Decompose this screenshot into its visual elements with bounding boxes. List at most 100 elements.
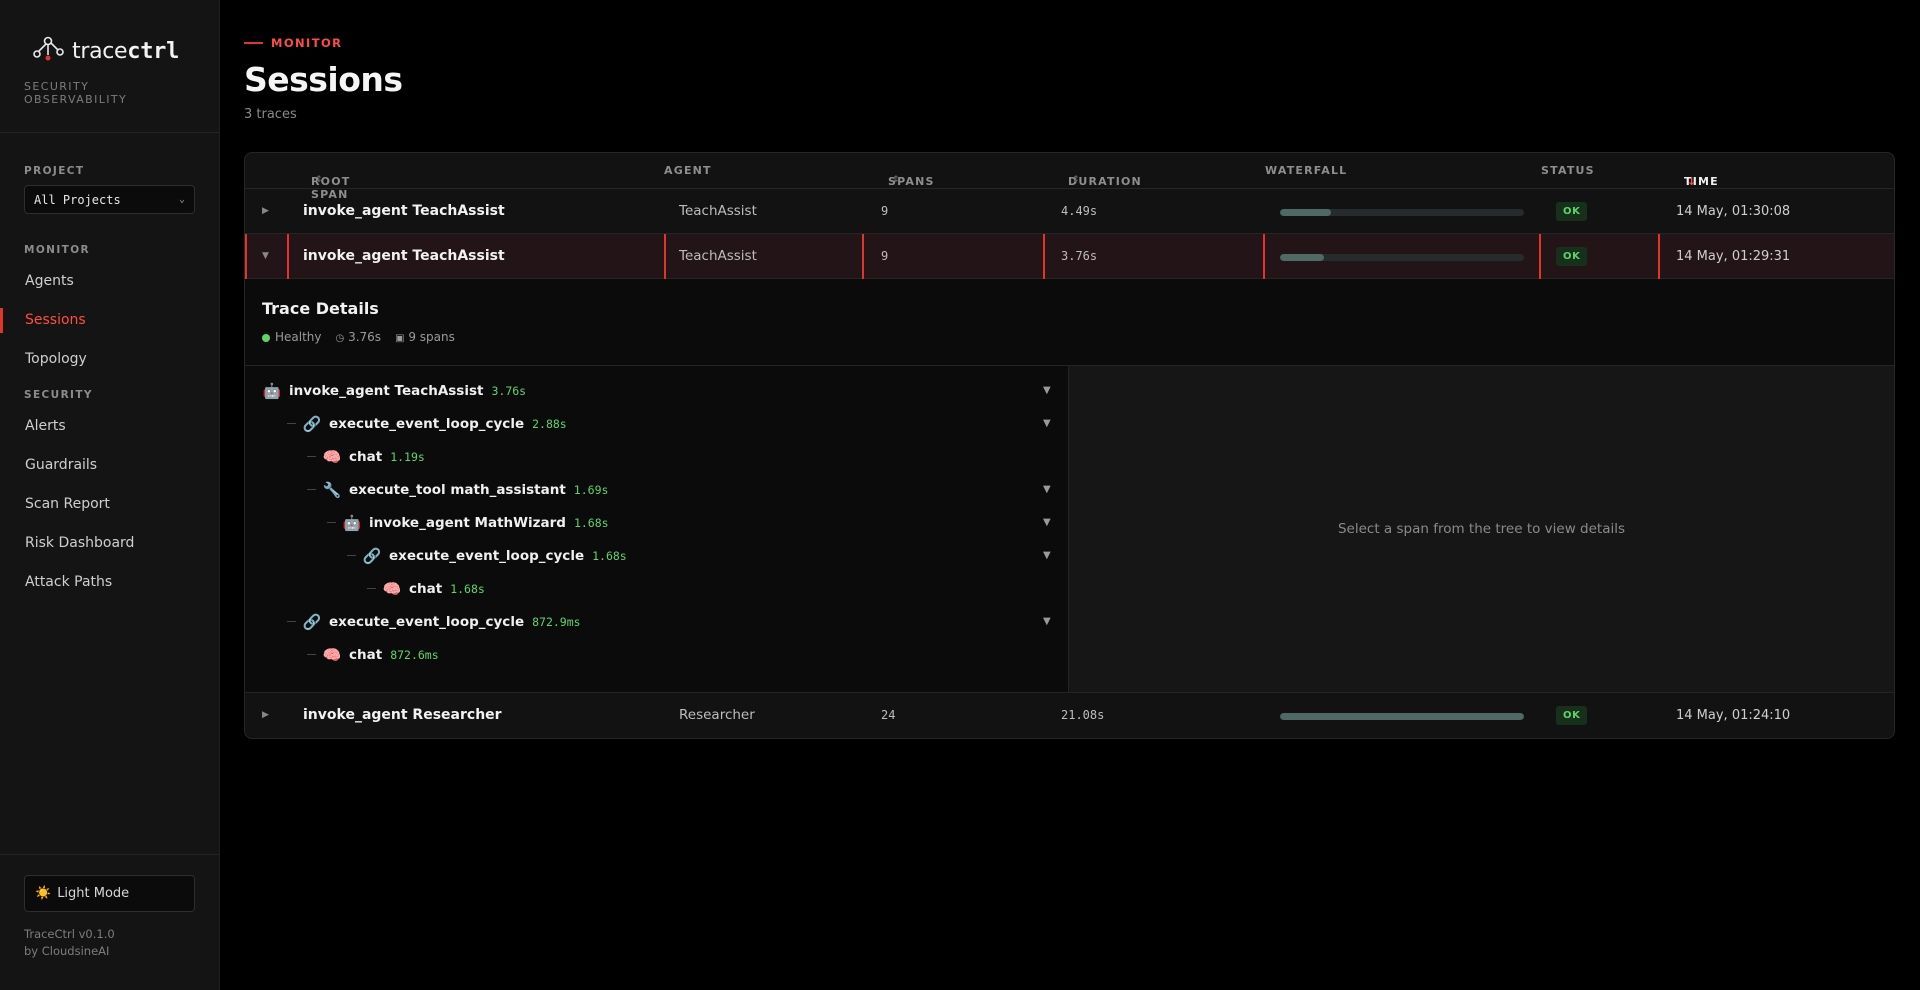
span-square-icon: ▣ [395, 333, 405, 344]
project-select-value: All Projects [34, 192, 121, 207]
expand-triangle-icon[interactable]: ▶ [262, 189, 269, 234]
sidebar-item-scan-report[interactable]: Scan Report [0, 485, 219, 524]
chevron-down-icon: ⌄ [178, 194, 185, 205]
chevron-down-icon[interactable]: ▼ [1043, 484, 1051, 495]
sidebar-item-risk-dashboard[interactable]: Risk Dashboard [0, 524, 219, 563]
tree-node[interactable]: 🔗 execute_event_loop_cycle 2.88s ▼ [245, 407, 1068, 440]
sidebar-item-topology[interactable]: Topology [0, 340, 219, 379]
tree-node[interactable]: 🧠 chat 1.19s [245, 440, 1068, 473]
sort-icon: ↕ [892, 175, 901, 185]
main-content: MONITOR Sessions 3 traces ROOT SPAN ↕ AGE… [220, 0, 1920, 990]
link-icon: 🔗 [362, 546, 382, 565]
brain-icon: 🧠 [322, 645, 342, 664]
column-divider [1539, 234, 1541, 279]
brain-icon: 🧠 [322, 447, 342, 466]
tree-node[interactable]: 🔧 execute_tool math_assistant 1.69s ▼ [245, 473, 1068, 506]
tree-node-duration: 1.68s [592, 548, 627, 563]
page-title: Sessions [244, 60, 403, 99]
tree-node-duration: 1.68s [450, 581, 485, 596]
robot-icon: 🤖 [262, 381, 282, 400]
column-divider [1263, 234, 1265, 279]
logo-text-ctrl: ctrl [127, 38, 180, 64]
sidebar-item-alerts[interactable]: Alerts [0, 407, 219, 446]
light-mode-label: Light Mode [57, 886, 130, 901]
nav-monitor: MONITOR Agents Sessions Topology [0, 244, 219, 379]
row-time: 14 May, 01:30:08 [1676, 204, 1791, 219]
row-duration: 21.08s [1061, 708, 1105, 722]
tree-node-duration: 872.9ms [532, 614, 581, 629]
sidebar-item-guardrails[interactable]: Guardrails [0, 446, 219, 485]
row-agent: Researcher [679, 707, 755, 723]
sidebar-item-attack-paths[interactable]: Attack Paths [0, 563, 219, 602]
light-mode-button[interactable]: ☀️ Light Mode [24, 875, 195, 912]
table-row[interactable]: ▶ invoke_agent TeachAssist TeachAssist 9… [245, 189, 1894, 234]
tree-node[interactable]: 🧠 chat 1.68s [245, 572, 1068, 605]
span-detail-empty-message: Select a span from the tree to view deta… [1337, 521, 1626, 537]
sidebar-item-sessions[interactable]: Sessions [0, 301, 219, 340]
table-row[interactable]: ▶ invoke_agent Researcher Researcher 24 … [245, 693, 1894, 738]
chevron-down-icon[interactable]: ▼ [1043, 550, 1051, 561]
tree-node[interactable]: 🔗 execute_event_loop_cycle 872.9ms ▼ [245, 605, 1068, 638]
tree-connector [287, 621, 296, 622]
row-spans: 24 [881, 708, 896, 722]
tree-node-duration: 1.19s [390, 449, 425, 464]
tree-node-name: chat [409, 580, 443, 597]
link-icon: 🔗 [302, 612, 322, 631]
sidebar-item-agents[interactable]: Agents [0, 262, 219, 301]
tree-node[interactable]: 🤖 invoke_agent MathWizard 1.68s ▼ [245, 506, 1068, 539]
tree-node-name: execute_event_loop_cycle [329, 613, 525, 630]
tree-node-name: execute_event_loop_cycle [329, 415, 525, 432]
logo-text: tracectrl [72, 39, 179, 64]
tree-node-name: invoke_agent MathWizard [369, 514, 566, 531]
trace-duration: ◷ 3.76s [336, 330, 382, 344]
trace-count: 3 traces [244, 107, 297, 122]
tree-node-duration: 1.69s [573, 482, 609, 497]
table-row-expanded[interactable]: ▼ invoke_agent TeachAssist TeachAssist 9… [245, 234, 1894, 279]
collapse-triangle-icon[interactable]: ▼ [262, 234, 269, 279]
row-time: 14 May, 01:29:31 [1676, 249, 1791, 264]
col-waterfall: WATERFALL [1265, 164, 1348, 177]
tree-node[interactable]: 🔗 execute_event_loop_cycle 1.68s ▼ [245, 539, 1068, 572]
tree-node[interactable]: 🧠 chat 872.6ms [245, 638, 1068, 671]
version-info: TraceCtrl v0.1.0 by CloudsineAI [24, 926, 195, 960]
row-time: 14 May, 01:24:10 [1676, 708, 1791, 723]
trace-details-body: 🤖 invoke_agent TeachAssist 3.76s ▼ 🔗 exe… [245, 366, 1894, 692]
sun-icon: ☀️ [35, 886, 52, 901]
tree-connector [327, 522, 336, 523]
project-select[interactable]: All Projects ⌄ [24, 185, 195, 214]
row-duration: 4.49s [1061, 204, 1098, 218]
eyebrow-dash [244, 42, 263, 44]
span-detail-panel: Select a span from the tree to view deta… [1069, 366, 1894, 692]
row-agent: TeachAssist [679, 203, 757, 219]
project-label: PROJECT [24, 165, 85, 177]
vendor-text: by CloudsineAI [24, 944, 110, 958]
column-divider [1658, 234, 1660, 279]
health-status: Healthy [262, 330, 322, 344]
section-eyebrow: MONITOR [244, 36, 1895, 50]
link-icon: 🔗 [302, 414, 322, 433]
chevron-down-icon[interactable]: ▼ [1043, 616, 1051, 627]
tree-connector [287, 423, 296, 424]
chevron-down-icon[interactable]: ▼ [1043, 517, 1051, 528]
row-root-span: invoke_agent TeachAssist [303, 203, 505, 219]
expand-triangle-icon[interactable]: ▶ [262, 693, 269, 738]
tree-connector [347, 555, 356, 556]
status-badge: OK [1556, 202, 1588, 221]
tree-node[interactable]: 🤖 invoke_agent TeachAssist 3.76s ▼ [245, 374, 1068, 407]
col-agent: AGENT [664, 164, 712, 177]
logo[interactable]: tracectrl [32, 36, 195, 66]
clock-icon: ◷ [335, 333, 345, 344]
row-spans: 9 [881, 204, 889, 218]
nav-security-label: SECURITY [24, 389, 93, 401]
row-duration: 3.76s [1061, 249, 1098, 263]
chevron-down-icon[interactable]: ▼ [1043, 385, 1051, 396]
trace-details-header: Trace Details Healthy ◷ 3.76s ▣ 9 spans [245, 279, 1894, 366]
project-section: PROJECT All Projects ⌄ [0, 133, 219, 214]
brain-icon: 🧠 [382, 579, 402, 598]
column-divider [287, 234, 289, 279]
status-badge: OK [1556, 706, 1588, 725]
chevron-down-icon[interactable]: ▼ [1043, 418, 1051, 429]
arrow-down-icon: ↓ [1687, 175, 1698, 188]
column-divider [862, 234, 864, 279]
column-divider [1043, 234, 1045, 279]
